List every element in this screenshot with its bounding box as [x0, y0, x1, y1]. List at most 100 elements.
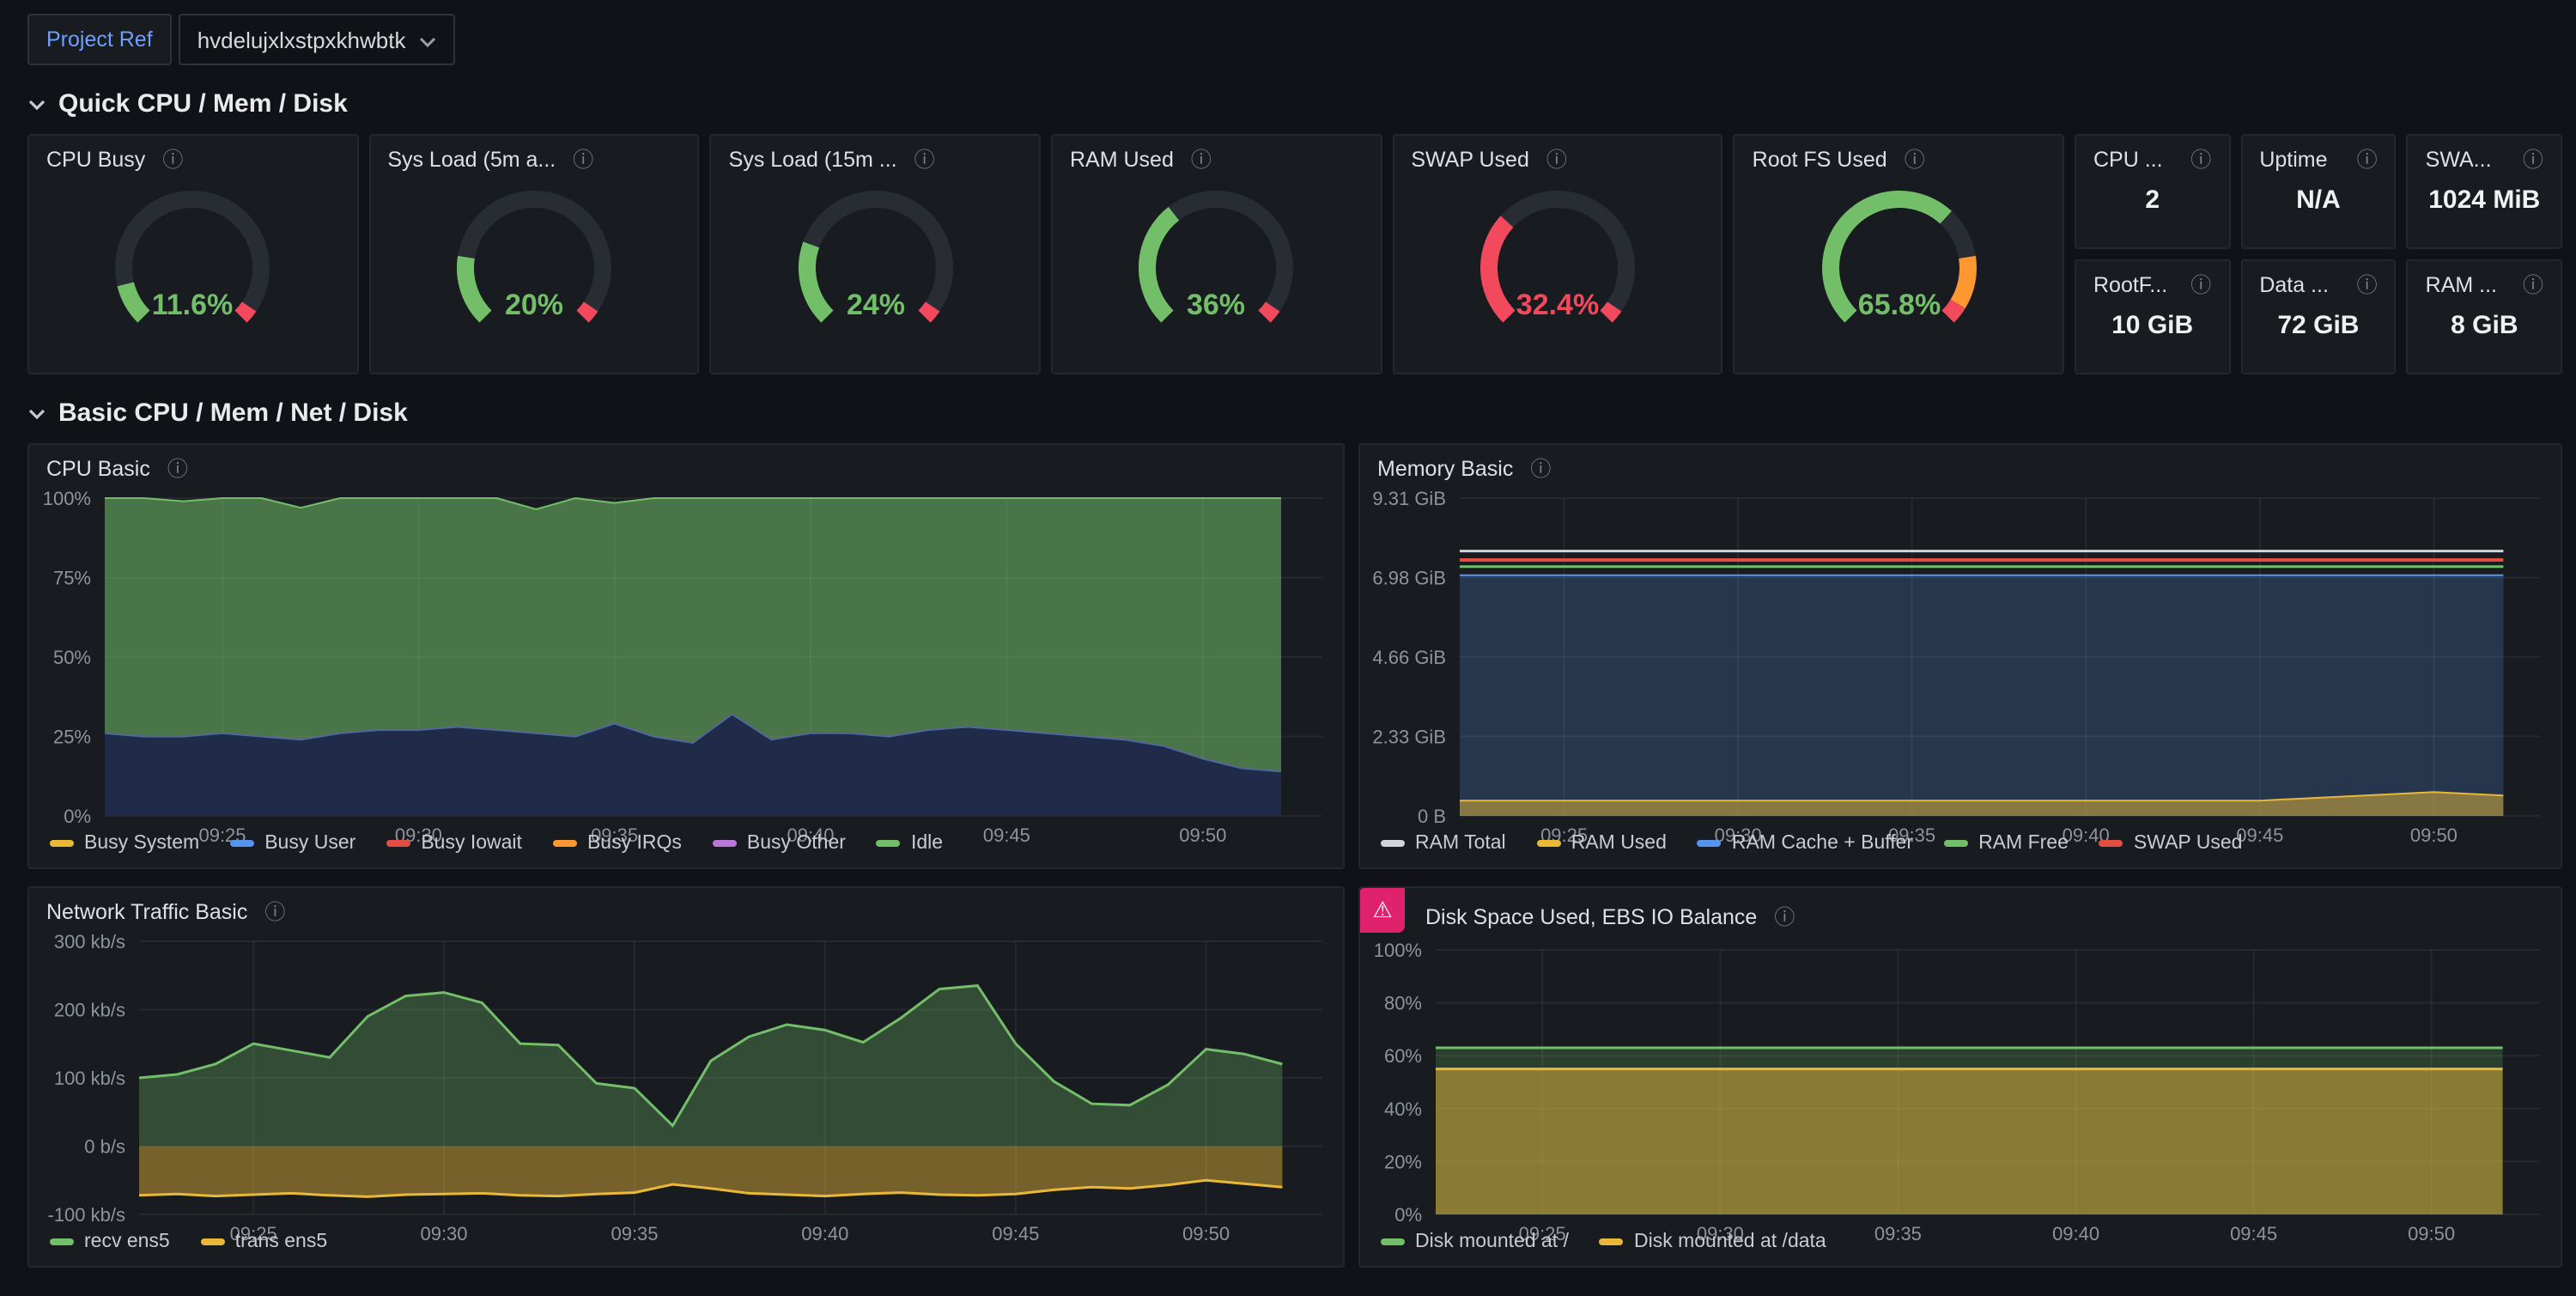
legend-item[interactable]: RAM Used	[1537, 833, 1667, 854]
legend-swatch	[553, 840, 577, 847]
info-icon[interactable]: ⓘ	[1774, 906, 1795, 927]
svg-text:40%: 40%	[1384, 1098, 1422, 1120]
gauge-panel-root-fs-used: Root FS Used ⓘ 65.8%	[1734, 134, 2064, 374]
panel-title: SWAP Used	[1411, 148, 1529, 172]
section-header-basic[interactable]: Basic CPU / Mem / Net / Disk	[0, 374, 2576, 443]
project-selector-value: hvdelujxlxstpxkhwbtk	[197, 27, 406, 52]
legend-item[interactable]: recv ens5	[50, 1232, 170, 1252]
section-header-quick[interactable]: Quick CPU / Mem / Disk	[0, 76, 2576, 134]
memory-basic-chart[interactable]: 9.31 GiB6.98 GiB4.66 GiB2.33 GiB0 B09:25…	[1360, 484, 2561, 830]
project-ref-button[interactable]: Project Ref	[27, 14, 172, 65]
legend-label: Busy Iowait	[421, 833, 522, 854]
svg-text:6.98 GiB: 6.98 GiB	[1372, 568, 1446, 589]
legend-item[interactable]: RAM Free	[1944, 833, 2069, 854]
svg-text:20%: 20%	[505, 289, 563, 321]
legend-swatch	[1944, 840, 1968, 847]
stats-grid: CPU ...ⓘ 2 Uptimeⓘ N/A SWA...ⓘ 1024 MiB …	[2075, 134, 2562, 374]
legend-label: Busy Other	[747, 833, 846, 854]
svg-text:-100 kb/s: -100 kb/s	[48, 1204, 126, 1226]
stat-panel-cpu-cores: CPU ... ⓘ 2	[2075, 134, 2230, 249]
svg-text:60%: 60%	[1384, 1045, 1422, 1067]
info-icon[interactable]: ⓘ	[2190, 275, 2211, 295]
stat-value: 2	[2076, 186, 2228, 215]
stat-value: 8 GiB	[2409, 311, 2561, 340]
network-traffic-chart[interactable]: 300 kb/s200 kb/s100 kb/s0 b/s-100 kb/s09…	[29, 928, 1343, 1228]
svg-text:32.4%: 32.4%	[1516, 289, 1599, 321]
panel-title: SWA...	[2426, 148, 2492, 172]
svg-text:20%: 20%	[1384, 1151, 1422, 1172]
info-icon[interactable]: ⓘ	[162, 149, 183, 170]
legend-item[interactable]: Disk mounted at /data	[1600, 1232, 1826, 1252]
info-icon[interactable]: ⓘ	[1191, 149, 1212, 170]
svg-text:2.33 GiB: 2.33 GiB	[1372, 726, 1446, 747]
legend-item[interactable]: trans ens5	[201, 1232, 327, 1252]
legend-item[interactable]: SWAP Used	[2099, 833, 2243, 854]
gauge: 65.8%	[1735, 179, 2063, 354]
svg-text:0%: 0%	[64, 806, 91, 827]
legend-swatch	[877, 840, 901, 847]
gauge: 36%	[1053, 179, 1380, 354]
info-icon[interactable]: ⓘ	[1530, 459, 1551, 479]
info-icon[interactable]: ⓘ	[2523, 275, 2543, 295]
stat-panel-swap-total: SWA...ⓘ 1024 MiB	[2407, 134, 2562, 249]
svg-text:25%: 25%	[53, 727, 91, 748]
gauge-panel-swap-used: SWAP Used ⓘ 32.4%	[1392, 134, 1722, 374]
svg-text:300 kb/s: 300 kb/s	[54, 931, 125, 952]
info-icon[interactable]: ⓘ	[914, 149, 935, 170]
panel-title: Uptime	[2259, 148, 2327, 172]
panel-title: Disk Space Used, EBS IO Balance	[1425, 904, 1757, 928]
legend-swatch	[386, 840, 410, 847]
legend-item[interactable]: RAM Total	[1381, 833, 1506, 854]
svg-text:100 kb/s: 100 kb/s	[54, 1068, 125, 1089]
chart-legend: recv ens5 trans ens5	[29, 1228, 1343, 1266]
legend-item[interactable]: Busy Iowait	[386, 833, 522, 854]
section-title: Basic CPU / Mem / Net / Disk	[58, 399, 408, 428]
legend-item[interactable]: Busy System	[50, 833, 199, 854]
legend-item[interactable]: RAM Cache + Buffer	[1698, 833, 1913, 854]
project-ref-label: Project Ref	[46, 27, 153, 52]
legend-swatch	[230, 840, 254, 847]
legend-item[interactable]: Busy IRQs	[553, 833, 682, 854]
legend-label: Busy System	[84, 833, 199, 854]
info-icon[interactable]: ⓘ	[2357, 275, 2378, 295]
svg-text:24%: 24%	[846, 289, 904, 321]
cpu-basic-chart[interactable]: 100%75%50%25%0%09:2509:3009:3509:4009:45…	[29, 484, 1343, 830]
legend-item[interactable]: Disk mounted at /	[1381, 1232, 1569, 1252]
project-selector-dropdown[interactable]: hvdelujxlxstpxkhwbtk	[179, 14, 456, 65]
svg-text:200 kb/s: 200 kb/s	[54, 1000, 125, 1021]
svg-text:0 B: 0 B	[1418, 806, 1446, 827]
legend-swatch	[201, 1238, 225, 1245]
legend-label: trans ens5	[235, 1232, 327, 1252]
gauge: 11.6%	[29, 179, 356, 354]
info-icon[interactable]: ⓘ	[2523, 149, 2543, 170]
legend-label: RAM Cache + Buffer	[1732, 833, 1913, 854]
info-icon[interactable]: ⓘ	[2357, 149, 2378, 170]
info-icon[interactable]: ⓘ	[2190, 149, 2211, 170]
info-icon[interactable]: ⓘ	[1905, 149, 1925, 170]
info-icon[interactable]: ⓘ	[167, 459, 188, 479]
chart-legend: Disk mounted at / Disk mounted at /data	[1360, 1228, 2561, 1266]
alert-icon[interactable]: ⚠	[1360, 888, 1405, 933]
gauge: 32.4%	[1394, 179, 1721, 354]
stat-panel-uptime: Uptimeⓘ N/A	[2240, 134, 2396, 249]
svg-text:0 b/s: 0 b/s	[84, 1136, 125, 1158]
legend-item[interactable]: Idle	[877, 833, 943, 854]
panel-title: Network Traffic Basic	[46, 900, 247, 924]
legend-swatch	[50, 1238, 74, 1245]
chart-panel-disk-space: ⚠ Disk Space Used, EBS IO Balance ⓘ 100%…	[1358, 886, 2562, 1268]
info-icon[interactable]: ⓘ	[573, 149, 593, 170]
info-icon[interactable]: ⓘ	[264, 902, 285, 922]
legend-item[interactable]: Busy User	[230, 833, 355, 854]
legend-swatch	[1698, 840, 1722, 847]
gauge-panel-sys-load-5m: Sys Load (5m a...ⓘ 20%	[368, 134, 699, 374]
svg-text:100%: 100%	[43, 488, 91, 509]
info-icon[interactable]: ⓘ	[1546, 149, 1567, 170]
legend-item[interactable]: Busy Other	[713, 833, 846, 854]
panel-title: CPU ...	[2093, 148, 2163, 172]
legend-label: RAM Used	[1571, 833, 1667, 854]
svg-text:4.66 GiB: 4.66 GiB	[1372, 647, 1446, 668]
stat-panel-ram-total: RAM ...ⓘ 8 GiB	[2407, 259, 2562, 374]
gauge-panel-ram-used: RAM Usedⓘ 36%	[1051, 134, 1382, 374]
panel-title: Root FS Used	[1753, 148, 1887, 172]
disk-space-chart[interactable]: 100%80%60%40%20%0%09:2509:3009:3509:4009…	[1360, 936, 2561, 1228]
